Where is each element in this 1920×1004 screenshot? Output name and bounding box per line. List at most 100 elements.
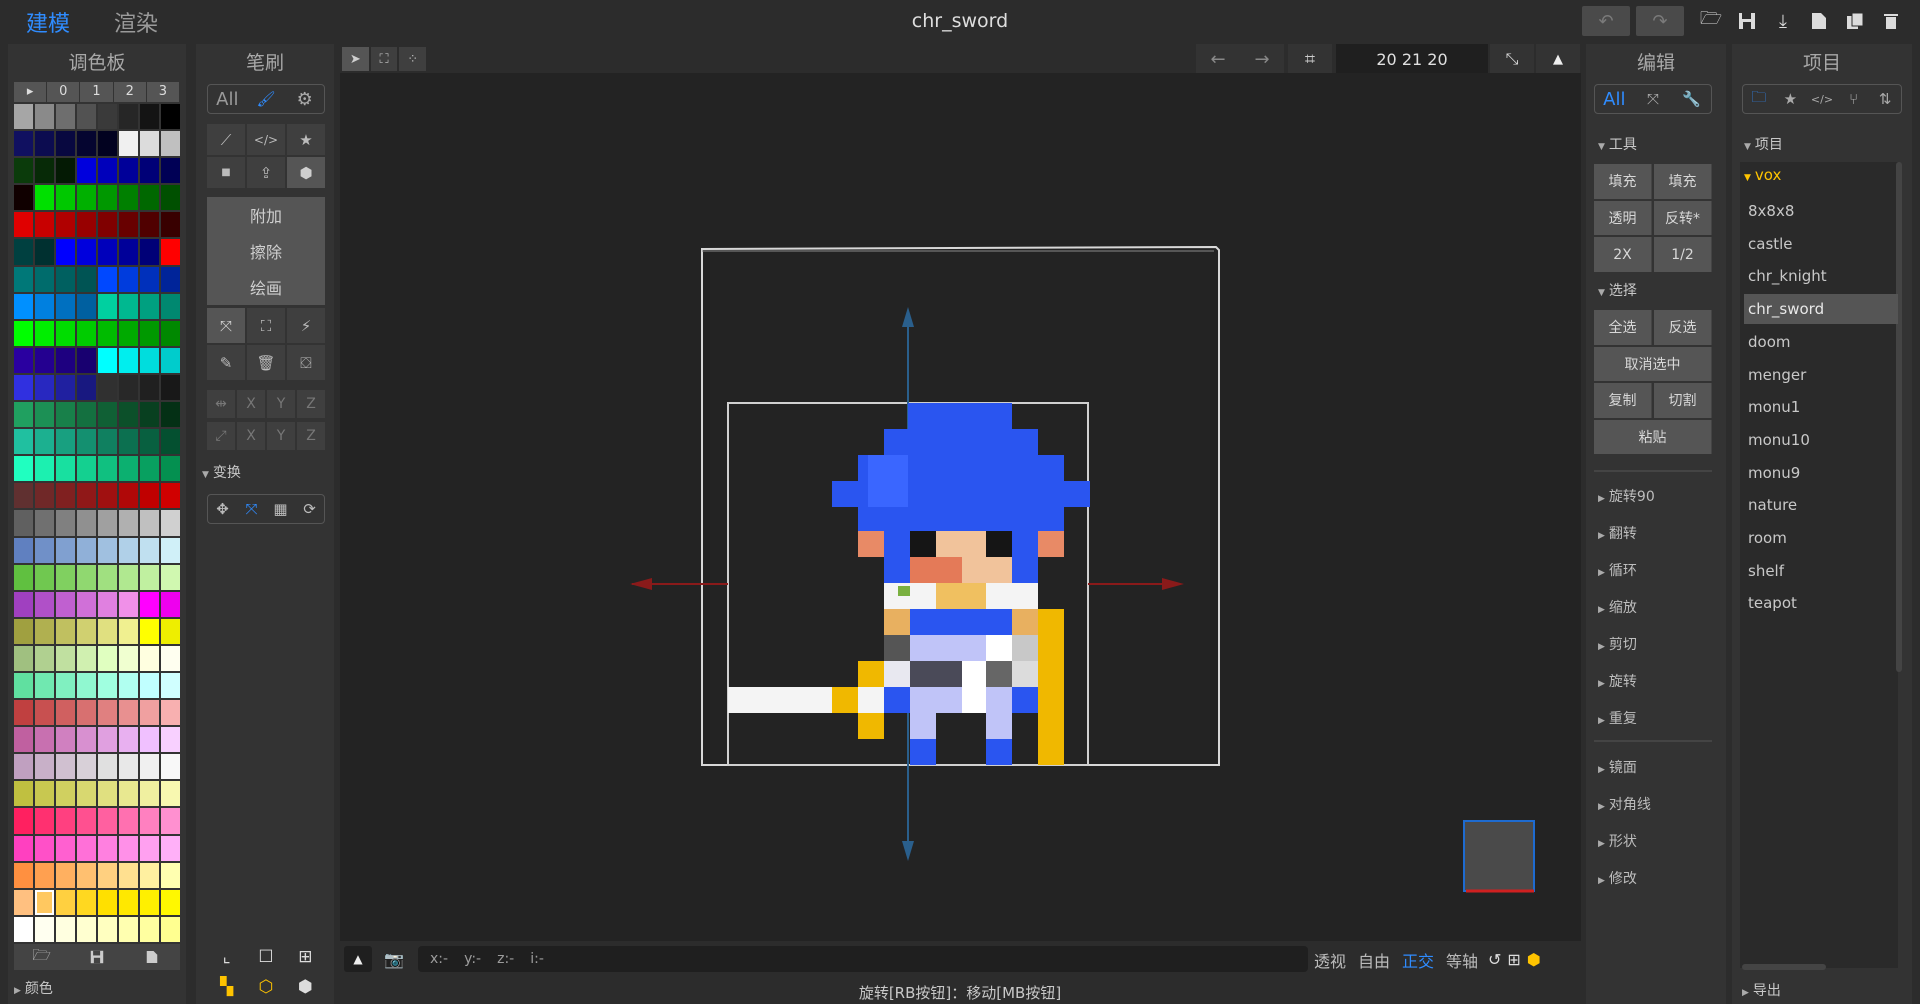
palette-swatch[interactable] (161, 456, 180, 482)
edit-filter-transform[interactable]: ⤧ (1634, 90, 1673, 108)
collapse-toolbar-button[interactable]: ▲ (1536, 44, 1580, 74)
mirror-toggle-button[interactable]: ⇹ (207, 390, 235, 418)
palette-swatch[interactable] (77, 727, 96, 753)
project-item[interactable]: nature (1744, 490, 1898, 520)
palette-swatch[interactable] (14, 889, 33, 915)
palette-swatch[interactable] (161, 564, 180, 590)
palette-swatch[interactable] (14, 212, 33, 238)
palette-swatch[interactable] (161, 320, 180, 346)
palette-swatch[interactable] (77, 889, 96, 915)
palette-swatch[interactable] (119, 239, 138, 265)
fold-mirror[interactable]: ▶ 镜面 (1598, 757, 1637, 777)
fold-scale[interactable]: ▶ 缩放 (1598, 597, 1637, 617)
palette-swatch[interactable] (35, 645, 54, 671)
palette-swatch[interactable] (161, 429, 180, 455)
palette-swatch[interactable] (98, 131, 117, 157)
palette-swatch[interactable] (140, 808, 159, 834)
palette-swatch[interactable] (14, 104, 33, 130)
palette-swatch[interactable] (119, 645, 138, 671)
transform-grid-button[interactable]: ▦ (266, 500, 295, 518)
palette-swatch[interactable] (35, 320, 54, 346)
palette-swatch[interactable] (98, 293, 117, 319)
palette-swatch[interactable] (14, 483, 33, 509)
palette-swatch[interactable] (119, 862, 138, 888)
palette-swatch[interactable] (161, 239, 180, 265)
brush-box-button[interactable]: ⬢ (287, 157, 325, 188)
palette-swatch[interactable] (119, 510, 138, 536)
palette-swatch[interactable] (77, 456, 96, 482)
palette-swatch[interactable] (140, 158, 159, 184)
screenshot-button[interactable]: 📷 (380, 946, 408, 972)
palette-swatch[interactable] (140, 591, 159, 617)
delete-button[interactable] (1876, 6, 1906, 36)
palette-swatch[interactable] (140, 104, 159, 130)
frame-button[interactable]: ☐ (246, 942, 285, 972)
palette-tab-2[interactable]: 2 (114, 82, 147, 102)
multi-select-button[interactable]: ⁘ (399, 47, 427, 71)
select-invert-button[interactable]: 反选 (1654, 310, 1712, 345)
palette-swatch[interactable] (77, 672, 96, 699)
fit-button[interactable]: ⤡ (1490, 44, 1534, 74)
palette-swatch[interactable] (14, 266, 33, 292)
palette-swatch[interactable] (161, 347, 180, 373)
tool-delete-button[interactable]: 🗑 (247, 345, 285, 380)
palette-swatch[interactable] (77, 754, 96, 780)
palette-swatch[interactable] (56, 293, 75, 319)
palette-swatch[interactable] (35, 239, 54, 265)
palette-swatch[interactable] (119, 374, 138, 401)
palette-swatch[interactable] (56, 429, 75, 455)
project-item[interactable]: monu10 (1744, 425, 1898, 455)
palette-swatch[interactable] (56, 645, 75, 671)
palette-swatch[interactable] (35, 835, 54, 861)
brush-code-button[interactable]: </> (247, 124, 285, 155)
palette-swatch[interactable] (119, 537, 138, 563)
palette-swatch[interactable] (56, 916, 75, 942)
transform-move-button[interactable]: ✥ (208, 500, 237, 518)
fold-shape[interactable]: ▶ 形状 (1598, 831, 1637, 851)
palette-swatch[interactable] (140, 266, 159, 292)
palette-swatch[interactable] (119, 564, 138, 590)
project-item[interactable]: doom (1744, 327, 1898, 357)
palette-swatch[interactable] (14, 320, 33, 346)
palette-swatch[interactable] (161, 212, 180, 238)
view-free[interactable]: 自由 (1358, 948, 1390, 972)
palette-swatch[interactable] (56, 456, 75, 482)
invert-button[interactable]: 反转* (1654, 200, 1712, 236)
palette-swatch[interactable] (56, 591, 75, 617)
box-select-button[interactable]: ⛶ (370, 47, 398, 71)
tool-magic-wand-button[interactable]: ⚡ (287, 308, 325, 343)
palette-swatch[interactable] (77, 212, 96, 238)
palette-swatch[interactable] (161, 402, 180, 428)
mirror-y-button[interactable]: Y (267, 390, 295, 418)
palette-swatch[interactable] (161, 862, 180, 888)
history-forward-button[interactable]: → (1240, 44, 1284, 74)
mirror-z-button[interactable]: Z (297, 390, 325, 418)
palette-swatch[interactable] (77, 618, 96, 644)
palette-swatch[interactable] (14, 916, 33, 942)
palette-swatch[interactable] (77, 808, 96, 834)
palette-swatch[interactable] (98, 672, 117, 699)
project-item[interactable]: castle (1744, 229, 1898, 259)
mode-attach[interactable]: 附加 (207, 197, 325, 233)
palette-swatch[interactable] (98, 483, 117, 509)
transform-section-toggle[interactable]: ▼ 变换 (202, 462, 241, 482)
palette-swatch[interactable] (77, 483, 96, 509)
palette-swatch[interactable] (98, 212, 117, 238)
palette-swatch[interactable] (35, 672, 54, 699)
palette-swatch[interactable] (161, 131, 180, 157)
palette-swatch[interactable] (98, 239, 117, 265)
palette-swatch[interactable] (14, 239, 33, 265)
palette-swatch[interactable] (119, 618, 138, 644)
palette-swatch[interactable] (98, 835, 117, 861)
palette-swatch[interactable] (161, 374, 180, 401)
mode-paint[interactable]: 绘画 (207, 269, 325, 305)
palette-swatch[interactable] (119, 456, 138, 482)
palette-swatch[interactable] (14, 374, 33, 401)
layout-button[interactable]: ⊞ (1507, 950, 1520, 969)
palette-swatch[interactable] (14, 862, 33, 888)
palette-swatch[interactable] (35, 293, 54, 319)
palette-swatch[interactable] (161, 618, 180, 644)
palette-swatch[interactable] (119, 916, 138, 942)
project-item[interactable]: monu9 (1744, 458, 1898, 488)
palette-swatch[interactable] (77, 239, 96, 265)
